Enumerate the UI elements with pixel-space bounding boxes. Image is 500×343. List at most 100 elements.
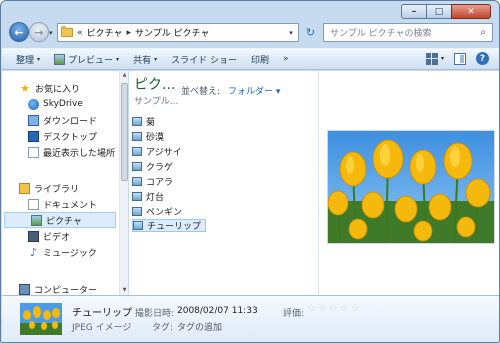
sidebar-item-downloads[interactable]: ダウンロード: [2, 112, 110, 128]
file-item[interactable]: ペンギン: [132, 205, 186, 218]
navigation-pane: ★ お気に入り SkyDrive ダウンロード デスクトップ 最近表示した場所 …: [2, 71, 119, 295]
star-icon[interactable]: ☆: [351, 304, 360, 314]
view-options-icon[interactable]: [425, 52, 438, 65]
sidebar-item-label: ライブラリ: [34, 184, 80, 195]
sidebar-item-skydrive[interactable]: SkyDrive: [2, 96, 110, 112]
command-bar: 整理 ▾ プレビュー ▾ 共有 ▾ スライド ショー 印刷 » ▾ ?: [2, 48, 499, 70]
refresh-button[interactable]: ↻: [301, 23, 320, 42]
breadcrumb-overflow[interactable]: «: [77, 28, 83, 38]
rating-label: 評価:: [283, 309, 305, 319]
back-button[interactable]: ←: [9, 22, 29, 42]
minimize-button[interactable]: –: [401, 4, 426, 19]
sidebar-item-computer[interactable]: コンピューター: [2, 281, 110, 295]
sidebar-item-label: 最近表示した場所: [43, 148, 116, 159]
file-item[interactable]: 菊: [132, 115, 159, 128]
tulips-thumbnail-image: [20, 303, 62, 335]
slideshow-button[interactable]: スライド ショー: [171, 53, 237, 66]
image-file-icon: [132, 147, 142, 156]
navigation-row: ← → ▾ « ピクチャ ▸ サンプル ピクチャ ▾ ↻ サンプル ピクチャの検…: [1, 19, 499, 47]
address-dropdown-button[interactable]: ▾: [284, 29, 298, 37]
close-button[interactable]: ✕: [451, 4, 491, 19]
share-menu[interactable]: 共有 ▾: [133, 53, 157, 66]
preview-pane-toggle-icon[interactable]: [454, 52, 466, 65]
arrange-by-label: 並べ替え:: [181, 87, 221, 97]
address-bar[interactable]: « ピクチャ ▸ サンプル ピクチャ ▾: [57, 23, 299, 42]
file-name: クラゲ: [146, 163, 174, 173]
explorer-window: – □ ✕ ← → ▾ « ピクチャ ▸ サンプル ピクチャ ▾ ↻ サンプル …: [0, 0, 500, 343]
forward-button[interactable]: →: [29, 22, 49, 42]
file-item[interactable]: 灯台: [132, 190, 168, 203]
search-placeholder: サンプル ピクチャの検索: [330, 29, 432, 39]
selected-file-name: チューリップ: [72, 308, 132, 319]
desktop-icon: [28, 130, 39, 142]
slideshow-label: スライド ショー: [171, 55, 237, 66]
preview-pane: [318, 71, 499, 295]
library-subtitle: サンプル...: [134, 97, 179, 107]
library-title: ピク...: [134, 77, 176, 93]
breadcrumb-separator[interactable]: ▸: [126, 28, 131, 38]
help-icon[interactable]: ?: [476, 52, 489, 65]
image-file-icon: [132, 132, 142, 141]
file-item-selected[interactable]: チューリップ: [132, 219, 207, 232]
file-name: コアラ: [146, 178, 174, 188]
organize-menu[interactable]: 整理 ▾: [16, 53, 40, 66]
scroll-up-arrow[interactable]: ▲: [120, 71, 129, 80]
navigation-scrollbar[interactable]: ▲ ▼: [119, 71, 128, 295]
star-icon[interactable]: ☆: [329, 304, 338, 314]
sidebar-item-favorites[interactable]: ★ お気に入り: [2, 80, 110, 96]
rating-stars[interactable]: ☆ ☆ ☆ ☆ ☆: [307, 304, 360, 314]
chevron-down-icon: ▾: [154, 55, 158, 63]
recent-pages-dropdown[interactable]: ▾: [49, 29, 53, 37]
details-pane: チューリップ JPEG イメージ 撮影日時: 2008/02/07 11:33 …: [2, 295, 499, 342]
print-button[interactable]: 印刷: [251, 53, 269, 66]
star-icon[interactable]: ☆: [318, 304, 327, 314]
date-taken-value: 2008/02/07 11:33: [177, 306, 258, 316]
videos-icon: [28, 230, 39, 242]
image-file-icon: [132, 117, 142, 126]
add-tag-field[interactable]: タグの追加: [177, 320, 222, 333]
breadcrumb-sample-pictures[interactable]: サンプル ピクチャ: [135, 26, 210, 39]
sidebar-item-label: ビデオ: [43, 232, 71, 243]
star-icon[interactable]: ☆: [340, 304, 349, 314]
more-label: »: [282, 54, 289, 64]
file-item[interactable]: アジサイ: [132, 145, 186, 158]
share-label: 共有: [133, 55, 152, 66]
sidebar-item-music[interactable]: ♪ ミュージック: [2, 244, 110, 260]
sidebar-item-recent-places[interactable]: 最近表示した場所: [2, 144, 115, 160]
more-commands-button[interactable]: »: [283, 54, 289, 64]
arrange-by-dropdown[interactable]: フォルダー ▾: [228, 84, 280, 97]
file-list-pane: ピク... サンプル... 並べ替え: フォルダー ▾ 菊 砂漠 アジサイ クラ…: [129, 71, 318, 295]
maximize-button[interactable]: □: [426, 4, 451, 19]
scroll-down-arrow[interactable]: ▼: [120, 286, 129, 295]
sidebar-item-desktop[interactable]: デスクトップ: [2, 128, 110, 144]
preview-menu[interactable]: プレビュー ▾: [54, 53, 119, 66]
star-icon[interactable]: ☆: [307, 304, 316, 314]
image-file-icon: [132, 177, 142, 186]
tags-label: タグ:: [152, 323, 174, 333]
search-icon[interactable]: ⌕: [474, 27, 492, 38]
caption-buttons: – □ ✕: [401, 4, 491, 19]
scrollbar-thumb[interactable]: [121, 83, 128, 181]
preview-icon: [54, 53, 66, 65]
downloads-folder-icon: [28, 114, 39, 126]
sidebar-item-videos[interactable]: ビデオ: [2, 228, 110, 244]
sidebar-item-documents[interactable]: ドキュメント: [2, 196, 110, 212]
sidebar-item-label: ドキュメント: [43, 200, 98, 211]
image-file-icon: [132, 162, 142, 171]
music-note-icon: ♪: [29, 245, 38, 259]
recent-places-icon: [28, 146, 39, 158]
folder-icon: [61, 26, 73, 37]
file-item[interactable]: クラゲ: [132, 160, 177, 173]
file-name: チューリップ: [147, 222, 202, 232]
image-file-icon: [133, 221, 143, 230]
sidebar-item-label: コンピューター: [34, 285, 98, 296]
search-input[interactable]: サンプル ピクチャの検索 ⌕: [323, 23, 493, 42]
pictures-icon: [31, 214, 42, 226]
sidebar-item-libraries[interactable]: ライブラリ: [2, 180, 110, 196]
breadcrumb-pictures[interactable]: ピクチャ: [87, 26, 123, 39]
file-item[interactable]: 砂漠: [132, 130, 168, 143]
file-item[interactable]: コアラ: [132, 175, 177, 188]
chevron-down-icon[interactable]: ▾: [441, 55, 444, 62]
file-name: 砂漠: [146, 133, 165, 143]
sidebar-item-pictures[interactable]: ピクチャ: [4, 212, 116, 228]
